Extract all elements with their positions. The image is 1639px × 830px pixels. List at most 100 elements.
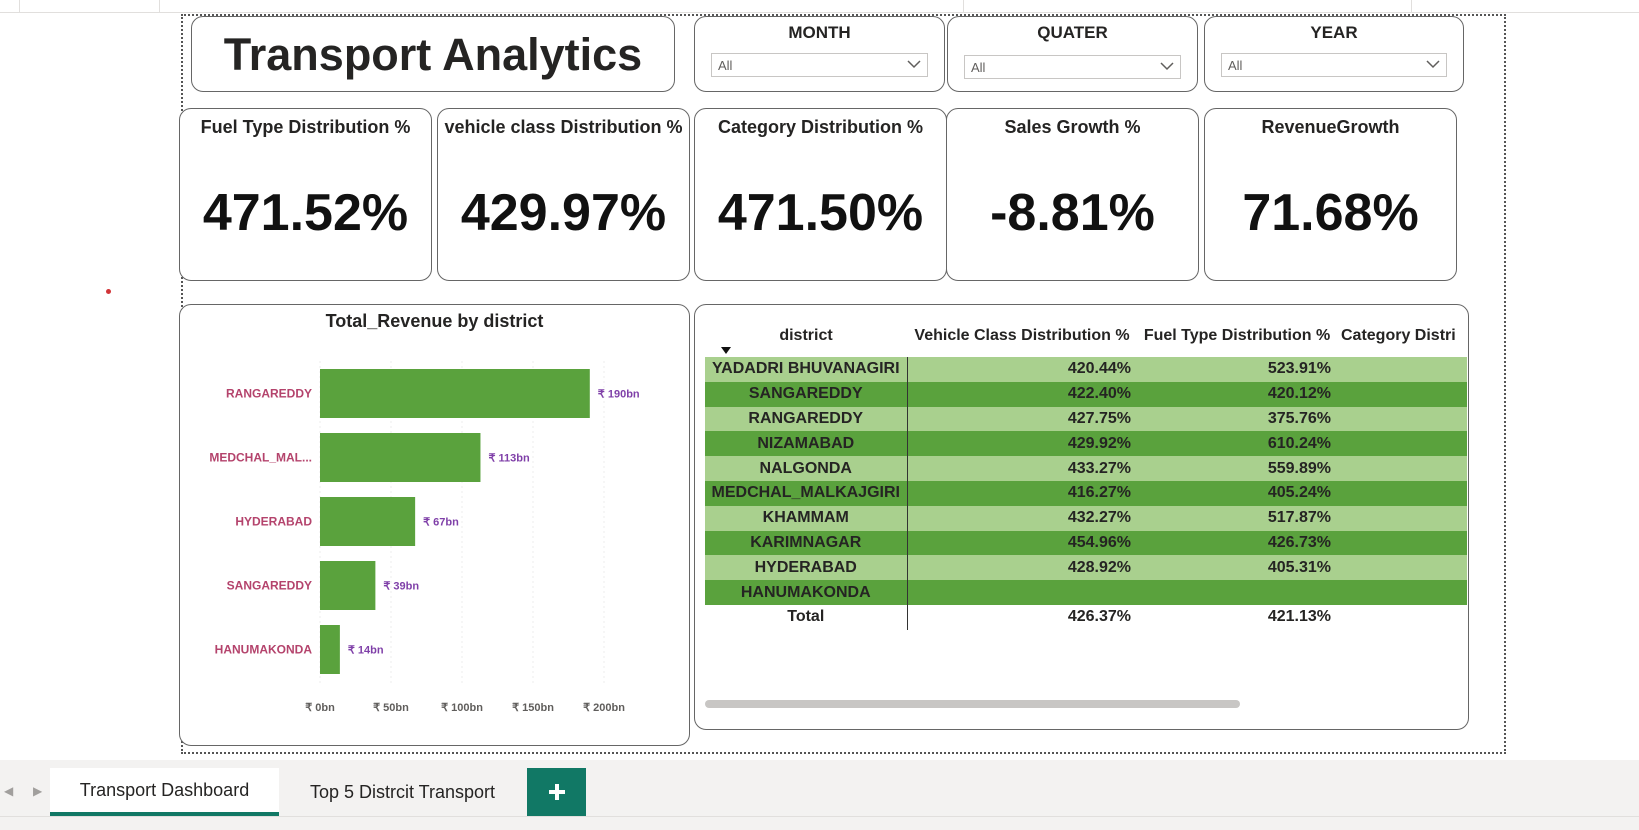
total-district: Total (705, 604, 908, 630)
month-dropdown[interactable]: All (711, 53, 928, 77)
cell-vehicle: 422.40% (907, 381, 1137, 407)
slicer-label: MONTH (788, 23, 851, 42)
strip-divider (159, 0, 160, 12)
matrix-body: YADADRI BHUVANAGIRI 420.44% 523.91% SANGARE… (705, 357, 1467, 630)
total-vehicle: 426.37% (907, 604, 1137, 630)
bar[interactable] (320, 433, 481, 482)
cell-fuel: 426.73% (1137, 530, 1337, 556)
table-row[interactable]: HANUMAKONDA (705, 580, 1467, 605)
slicer-label: QUATER (1037, 23, 1108, 42)
bar[interactable] (320, 561, 376, 610)
cell-category (1337, 530, 1467, 556)
bar[interactable] (320, 625, 340, 674)
quarter-slicer[interactable]: QUATER All (947, 16, 1198, 92)
bar-chart-svg: RANGAREDDY ₹ 190bn MEDCHAL_MAL... ₹ 113bn HY… (209, 361, 640, 714)
chevron-left-icon[interactable]: ◀ (4, 784, 13, 798)
tab-transport-dashboard[interactable]: Transport Dashboard (50, 768, 279, 816)
revenue-by-district-chart: Total_Revenue by district RANGAREDDY ₹ 19… (179, 304, 690, 746)
add-page-button[interactable] (527, 768, 586, 816)
cell-category (1337, 406, 1467, 432)
kpi-label: vehicle class Distribution % (444, 117, 683, 137)
dropdown-value: All (971, 60, 986, 75)
kpi-label: Category Distribution % (717, 117, 923, 137)
category-label: MEDCHAL_MAL... (209, 451, 312, 465)
cell-vehicle: 416.27% (907, 480, 1137, 506)
table-row[interactable]: NALGONDA 433.27% 559.89% (705, 456, 1467, 481)
kpi-fuel-type: Fuel Type Distribution % 471.52% (179, 108, 432, 281)
slicer-label: YEAR (1310, 23, 1358, 42)
total-fuel: 421.13% (1137, 604, 1337, 630)
quarter-dropdown[interactable]: All (964, 55, 1181, 79)
table-row[interactable]: KARIMNAGAR 454.96% 426.73% (705, 530, 1467, 556)
column-header-fuel-type[interactable]: Fuel Type Distribution % (1137, 315, 1337, 357)
red-marker (106, 289, 111, 294)
kpi-category: Category Distribution % 471.50% (694, 108, 947, 281)
matrix-header-row: district Vehicle Class Distribution % Fu… (705, 315, 1467, 357)
year-slicer[interactable]: YEAR All (1204, 16, 1464, 92)
strip-divider (963, 0, 964, 12)
cell-fuel (1137, 580, 1337, 605)
cell-category (1337, 431, 1467, 457)
page-title: Transport Analytics (223, 29, 643, 80)
kpi-value: 471.52% (202, 184, 409, 242)
strip-divider (19, 0, 20, 12)
cell-vehicle: 428.92% (907, 555, 1137, 581)
kpi-revenue-growth: RevenueGrowth 71.68% (1204, 108, 1457, 281)
report-canvas: Transport Analytics MONTH All QUATER All… (179, 14, 1506, 754)
table-row[interactable]: KHAMMAM 432.27% 517.87% (705, 505, 1467, 531)
cell-vehicle: 429.92% (907, 431, 1137, 457)
cell-fuel: 523.91% (1137, 357, 1337, 382)
kpi-value: 429.97% (460, 184, 667, 242)
tab-label: Transport Dashboard (79, 779, 250, 800)
strip-divider (1411, 0, 1412, 12)
chevron-right-icon[interactable]: ▶ (33, 784, 42, 798)
data-label: ₹ 113bn (488, 453, 530, 465)
table-row[interactable]: SANGAREDDY 422.40% 420.12% (705, 381, 1467, 407)
cell-vehicle: 454.96% (907, 530, 1137, 556)
table-row[interactable]: MEDCHAL_MALKAJGIRI 416.27% 405.24% (705, 480, 1467, 506)
kpi-sales-growth: Sales Growth % -8.81% (946, 108, 1199, 281)
cell-category (1337, 381, 1467, 407)
cell-vehicle: 432.27% (907, 505, 1137, 531)
table-row[interactable]: NIZAMABAD 429.92% 610.24% (705, 431, 1467, 457)
horizontal-scrollbar[interactable] (705, 700, 1240, 708)
x-tick-label: ₹ 50bn (373, 702, 409, 714)
chevron-down-icon (1160, 62, 1174, 71)
table-row[interactable]: YADADRI BHUVANAGIRI 420.44% 523.91% (705, 357, 1467, 382)
year-dropdown[interactable]: All (1221, 53, 1447, 77)
month-slicer[interactable]: MONTH All (694, 16, 945, 92)
total-category (1337, 604, 1467, 630)
table-row[interactable]: HYDERABAD 428.92% 405.31% (705, 555, 1467, 581)
data-label: ₹ 14bn (348, 645, 384, 657)
cell-category (1337, 580, 1467, 605)
cell-category (1337, 505, 1467, 531)
cell-district: KHAMMAM (705, 505, 908, 531)
kpi-label: RevenueGrowth (1261, 117, 1400, 137)
x-tick-label: ₹ 150bn (512, 702, 554, 714)
bar[interactable] (320, 497, 416, 546)
category-label: HYDERABAD (235, 515, 312, 529)
cell-fuel: 405.24% (1137, 480, 1337, 506)
cell-fuel: 559.89% (1137, 456, 1337, 481)
kpi-value: 471.50% (717, 184, 924, 242)
x-tick-label: ₹ 0bn (305, 702, 335, 714)
table-row[interactable]: RANGAREDDY 427.75% 375.76% (705, 406, 1467, 432)
category-label: RANGAREDDY (226, 387, 312, 401)
tab-top5-district-transport[interactable]: Top 5 Distrcit Transport (290, 768, 515, 816)
sort-desc-icon[interactable] (721, 347, 731, 354)
status-strip (0, 816, 1639, 830)
cell-category (1337, 456, 1467, 481)
district-matrix: district Vehicle Class Distribution % Fu… (705, 315, 1467, 630)
bar[interactable] (320, 369, 590, 418)
cell-district: NALGONDA (705, 456, 908, 481)
cell-fuel: 375.76% (1137, 406, 1337, 432)
title-card: Transport Analytics (191, 16, 675, 92)
column-header-district[interactable]: district (705, 315, 907, 357)
cell-category (1337, 480, 1467, 506)
column-header-vehicle-class[interactable]: Vehicle Class Distribution % (907, 315, 1137, 357)
page-tabs-bar: ◀ ▶ Transport Dashboard Top 5 Distrcit T… (0, 760, 1639, 816)
column-header-category[interactable]: Category Distri (1337, 315, 1467, 357)
dropdown-value: All (1228, 58, 1243, 73)
kpi-label: Sales Growth % (1004, 117, 1141, 137)
cell-vehicle: 420.44% (907, 357, 1137, 382)
